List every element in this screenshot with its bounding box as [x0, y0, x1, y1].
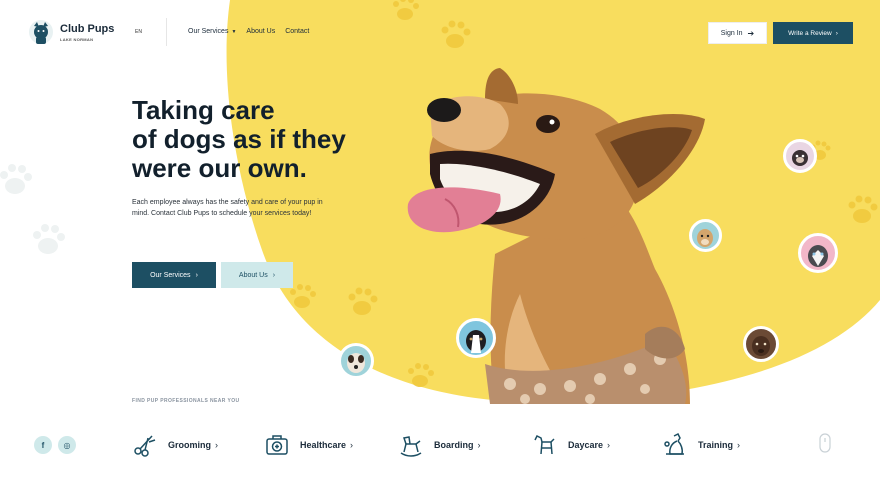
about-us-button[interactable]: About Us ›: [221, 262, 293, 288]
brand-location: LAKE NORMAN: [60, 37, 94, 42]
write-review-button[interactable]: Write a Review ›: [773, 22, 853, 44]
club-pups-logo-icon[interactable]: [28, 18, 54, 46]
our-services-button[interactable]: Our Services ›: [132, 262, 216, 288]
about-us-label: About Us: [238, 271, 268, 279]
write-review-label: Write a Review: [788, 29, 832, 37]
sitting-dog-icon: [664, 432, 684, 455]
service-label: Boarding: [434, 440, 474, 450]
service-label: Grooming: [168, 440, 211, 450]
hero-dog-image: [407, 68, 705, 404]
rocking-horse-icon: [400, 436, 422, 457]
sign-in-arrow-icon: ➔: [747, 28, 755, 38]
dog-avatar-chocolate-lab: [743, 326, 779, 362]
chevron-right-icon: ›: [607, 440, 611, 450]
service-label: Daycare: [568, 440, 604, 450]
dog-avatar-pug: [783, 139, 817, 173]
chevron-down-icon: ▼: [231, 29, 237, 35]
service-label: Training: [698, 440, 734, 450]
hero-subtext: Each employee always has the safety and …: [132, 199, 323, 217]
sign-in-button[interactable]: Sign In ➔: [708, 22, 767, 44]
instagram-icon[interactable]: ◎: [58, 436, 76, 454]
chevron-right-icon: ›: [835, 29, 838, 37]
main-nav: Our Services ▼ About Us Contact: [188, 28, 309, 35]
nav-item-contact[interactable]: Contact: [285, 28, 309, 35]
facebook-icon[interactable]: f: [34, 436, 52, 454]
headline-line: Taking care: [132, 95, 275, 125]
our-services-label: Our Services: [150, 271, 191, 279]
chevron-right-icon: ›: [477, 440, 481, 450]
headline-line: were our own.: [132, 153, 307, 183]
service-training[interactable]: Training ›: [662, 431, 740, 459]
scroll-mouse-icon[interactable]: [818, 433, 832, 455]
headline-line: of dogs as if they: [132, 124, 346, 154]
dog-avatar-border-collie: [456, 318, 496, 358]
nav-item-our-services[interactable]: Our Services ▼: [188, 28, 236, 35]
service-label: Healthcare: [300, 440, 347, 450]
sign-in-label: Sign In: [720, 29, 743, 37]
service-healthcare[interactable]: Healthcare ›: [264, 431, 353, 459]
service-boarding[interactable]: Boarding ›: [398, 431, 481, 459]
scissors-icon: [134, 435, 156, 457]
service-daycare[interactable]: Daycare ›: [532, 431, 610, 459]
language-selector[interactable]: EN: [135, 29, 142, 35]
dog-icon: [534, 434, 555, 455]
nav-divider: [166, 18, 167, 46]
brand-name[interactable]: Club Pups: [60, 23, 114, 35]
find-professionals-label: FIND PUP PROFESSIONALS NEAR YOU: [132, 398, 240, 404]
medical-kit-icon: [266, 435, 288, 455]
chevron-right-icon: ›: [215, 440, 218, 450]
service-grooming[interactable]: Grooming ›: [132, 431, 218, 459]
dog-avatar-lab: [689, 219, 722, 252]
chevron-right-icon: ›: [350, 440, 354, 450]
chevron-right-icon: ›: [195, 271, 198, 279]
dog-avatar-terrier: [338, 343, 374, 379]
site-header: Club Pups LAKE NORMAN EN Our Services ▼ A…: [0, 0, 880, 64]
chevron-right-icon: ›: [272, 271, 276, 279]
page: Club Pups LAKE NORMAN EN Our Services ▼ A…: [0, 0, 880, 480]
dog-avatar-husky: [798, 233, 838, 273]
chevron-right-icon: ›: [737, 440, 741, 450]
hero-headline: Taking care of dogs as if they were our …: [132, 96, 392, 183]
nav-item-about-us[interactable]: About Us: [246, 28, 275, 35]
